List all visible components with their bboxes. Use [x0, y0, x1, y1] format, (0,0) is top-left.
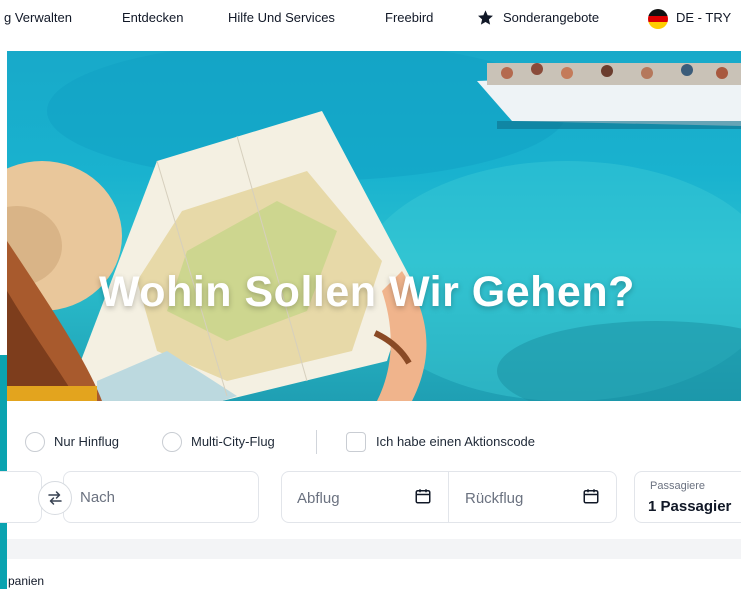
- germany-flag-icon: [648, 9, 668, 29]
- calendar-icon: [415, 489, 431, 504]
- multi-city-radio[interactable]: [162, 432, 182, 452]
- multi-city-label: Multi-City-Flug: [191, 434, 275, 449]
- locale-currency-selector[interactable]: DE - TRY: [676, 10, 731, 25]
- passengers-field[interactable]: [634, 471, 741, 523]
- section-separator: [7, 539, 741, 559]
- section-heading-partial: panien: [8, 574, 45, 588]
- nav-item-special-offers[interactable]: Sonderangebote: [503, 10, 599, 25]
- passengers-value[interactable]: 1 Passagier: [648, 498, 731, 515]
- one-way-label: Nur Hinflug: [54, 434, 120, 449]
- nav-item-help-services[interactable]: Hilfe Und Services: [228, 10, 335, 25]
- hero-title: Wohin Sollen Wir Gehen?: [99, 268, 635, 316]
- trip-type-row: Nur Hinflug Multi-City-Flug Ich habe ein…: [0, 420, 741, 460]
- origin-field[interactable]: [0, 471, 42, 523]
- departure-date-field[interactable]: Abflug: [281, 471, 449, 523]
- nav-item-freebird[interactable]: Freebird: [385, 10, 433, 25]
- nav-item-discover[interactable]: Entdecken: [122, 10, 183, 25]
- trip-row-divider: [316, 430, 317, 454]
- return-date-field[interactable]: Rückflug: [449, 471, 617, 523]
- destination-placeholder: Nach: [80, 489, 116, 506]
- calendar-icon: [583, 489, 599, 504]
- departure-placeholder: Abflug: [297, 490, 340, 507]
- promo-code-checkbox[interactable]: [346, 432, 366, 452]
- promo-code-label: Ich habe einen Aktionscode: [376, 434, 536, 449]
- swap-route-button[interactable]: [38, 481, 72, 515]
- one-way-radio[interactable]: [25, 432, 45, 452]
- passengers-label: Passagiere: [650, 480, 706, 492]
- nav-item-manage[interactable]: g Verwalten: [4, 10, 72, 25]
- destination-field[interactable]: Nach: [63, 471, 259, 523]
- top-navigation: g Verwalten Entdecken Hilfe Und Services…: [0, 0, 741, 38]
- hero-banner: Wohin Sollen Wir Gehen?: [7, 51, 741, 401]
- return-placeholder: Rückflug: [465, 490, 524, 507]
- swap-arrows-icon: [48, 491, 62, 505]
- star-icon: [478, 10, 493, 25]
- hero-background-image: [7, 51, 741, 401]
